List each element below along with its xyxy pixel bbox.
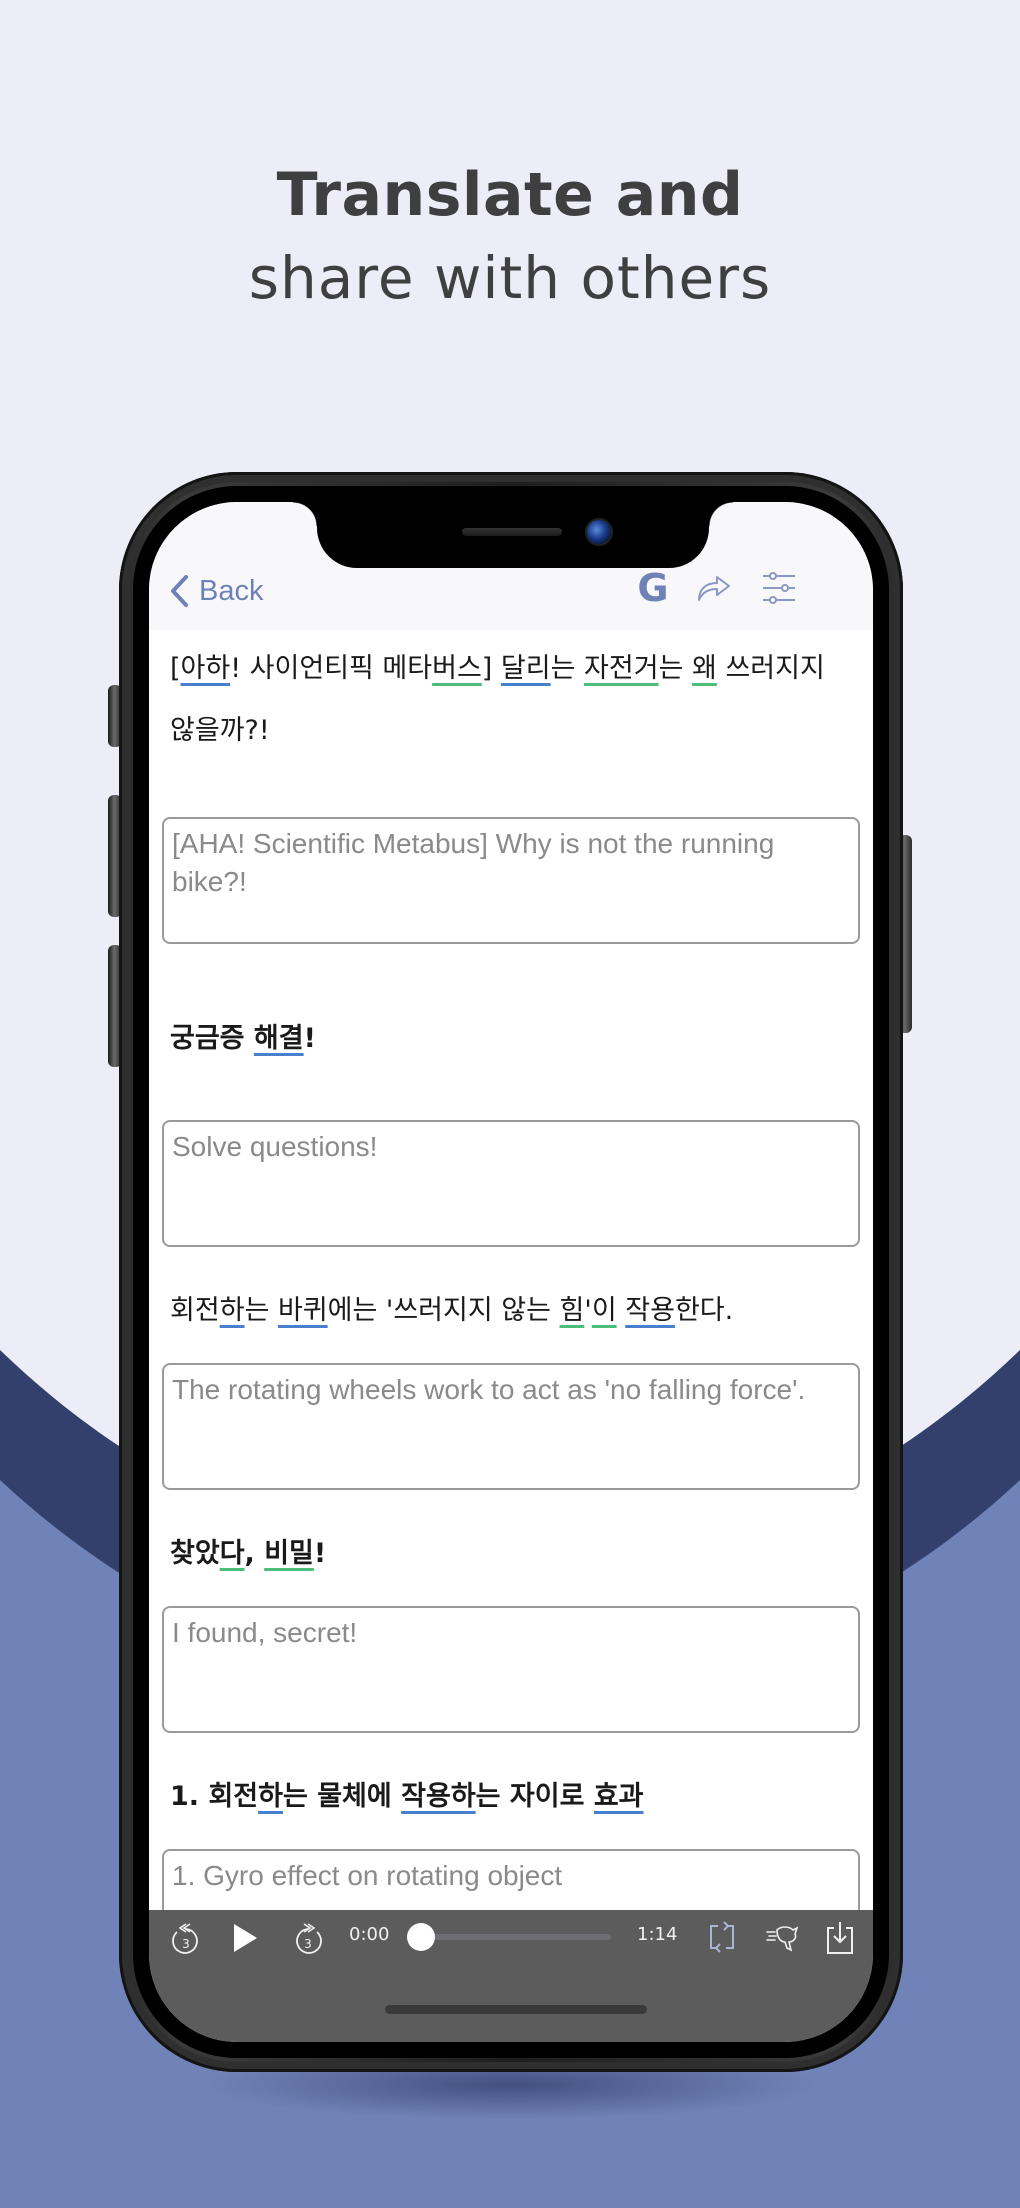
source-text-fragment xyxy=(617,1295,626,1326)
google-translate-icon[interactable]: G xyxy=(633,568,673,608)
current-time: 0:00 xyxy=(349,1924,390,1945)
source-text: 찾았다, 비밀! xyxy=(170,1523,853,1585)
source-text: [아하! 사이언티픽 메타버스] 달리는 자전거는 왜 쓰러지지 않을까?! xyxy=(170,638,853,762)
forward-3s-icon[interactable]: 3 xyxy=(291,1920,325,1956)
translation-box[interactable]: The rotating wheels work to act as 'no f… xyxy=(162,1363,860,1490)
source-text: 1. 회전하는 물체에 작용하는 자이로 효과 xyxy=(170,1766,853,1828)
source-text-fragment: ' xyxy=(584,1295,592,1326)
source-text-fragment: 에는 '쓰러지지 않는 xyxy=(327,1295,560,1326)
source-text-fragment: 회전 xyxy=(170,1295,220,1326)
source-text-fragment: [ xyxy=(170,653,181,684)
source-text-fragment: ! xyxy=(313,1538,327,1569)
dictionary-word[interactable]: 버스 xyxy=(432,653,482,684)
source-text-fragment: 찾았 xyxy=(170,1538,220,1569)
dictionary-word[interactable]: 아하 xyxy=(181,653,231,684)
source-text-fragment: 는 물체에 xyxy=(282,1781,402,1812)
total-time: 1:14 xyxy=(637,1924,678,1945)
headline-line-2: share with others xyxy=(248,244,772,312)
source-text-fragment: 1. 회전 xyxy=(170,1781,259,1812)
dictionary-word[interactable]: 자전거 xyxy=(584,653,659,684)
source-text-fragment: 는 xyxy=(658,653,693,684)
home-indicator xyxy=(385,2005,647,2014)
source-text-fragment: ! xyxy=(303,1023,316,1054)
dictionary-word[interactable]: 작용하 xyxy=(401,1781,476,1812)
front-camera xyxy=(587,520,611,544)
dictionary-word[interactable]: 달리 xyxy=(501,653,551,684)
play-icon[interactable] xyxy=(231,1922,259,1954)
speaker xyxy=(462,528,562,536)
translation-box[interactable]: I found, secret! xyxy=(162,1606,860,1733)
dictionary-word[interactable]: 바퀴 xyxy=(278,1295,328,1326)
source-text-fragment: 는 xyxy=(244,1295,278,1326)
rewind-3s-icon[interactable]: 3 xyxy=(169,1920,203,1956)
dictionary-word[interactable]: 다 xyxy=(220,1538,245,1569)
translation-box[interactable]: Solve questions! xyxy=(162,1120,860,1247)
dictionary-word[interactable]: 하 xyxy=(220,1295,245,1326)
progress-knob[interactable] xyxy=(407,1923,435,1951)
svg-text:3: 3 xyxy=(182,1937,190,1951)
svg-text:3: 3 xyxy=(304,1937,312,1951)
dictionary-word[interactable]: 작용 xyxy=(625,1295,675,1326)
source-text-fragment: , xyxy=(244,1538,265,1569)
source-text-fragment: ] xyxy=(481,653,501,684)
dictionary-word[interactable]: 하 xyxy=(258,1781,283,1812)
download-icon[interactable] xyxy=(825,1920,855,1956)
headline-line-1: Translate and xyxy=(276,160,744,230)
share-icon[interactable] xyxy=(693,568,733,608)
source-text: 회전하는 바퀴에는 '쓰러지지 않는 힘'이 작용한다. xyxy=(170,1280,853,1342)
back-button[interactable]: Back xyxy=(169,574,263,608)
dictionary-word[interactable]: 비밀 xyxy=(264,1538,314,1569)
chevron-left-icon xyxy=(171,575,188,607)
headline: Translate and share with others xyxy=(0,155,1020,321)
phone-bezel: Back G [아하! 사이언티픽 메타버스] 달리는 자전거는 왜 쓰러지지 … xyxy=(133,486,889,2058)
source-text-fragment: 궁금증 xyxy=(170,1023,254,1054)
audio-player: 3 3 0:00 1:14 xyxy=(149,1910,873,2042)
notch xyxy=(293,502,733,568)
repeat-icon[interactable] xyxy=(707,1920,737,1954)
dictionary-word[interactable]: 힘 xyxy=(560,1295,585,1326)
phone-frame: Back G [아하! 사이언티픽 메타버스] 달리는 자전거는 왜 쓰러지지 … xyxy=(119,472,903,2072)
dictionary-word[interactable]: 왜 xyxy=(692,653,717,684)
source-text-fragment: ! 사이언티픽 메타 xyxy=(230,653,433,684)
source-text-fragment: 는 xyxy=(550,653,585,684)
settings-sliders-icon[interactable] xyxy=(759,568,799,608)
phone-screen: Back G [아하! 사이언티픽 메타버스] 달리는 자전거는 왜 쓰러지지 … xyxy=(149,502,873,2042)
back-label: Back xyxy=(199,574,264,607)
speed-rabbit-icon[interactable] xyxy=(765,1920,801,1956)
translation-box[interactable]: [AHA! Scientific Metabus] Why is not the… xyxy=(162,817,860,944)
source-text-fragment: 한다. xyxy=(674,1295,734,1326)
dictionary-word[interactable]: 해결 xyxy=(254,1023,304,1054)
dictionary-word[interactable]: 효과 xyxy=(594,1781,644,1812)
source-text: 궁금증 해결! xyxy=(170,1008,853,1070)
progress-track[interactable] xyxy=(411,1934,611,1940)
dictionary-word[interactable]: 이 xyxy=(592,1295,617,1326)
source-text-fragment: 는 자이로 xyxy=(475,1781,594,1812)
